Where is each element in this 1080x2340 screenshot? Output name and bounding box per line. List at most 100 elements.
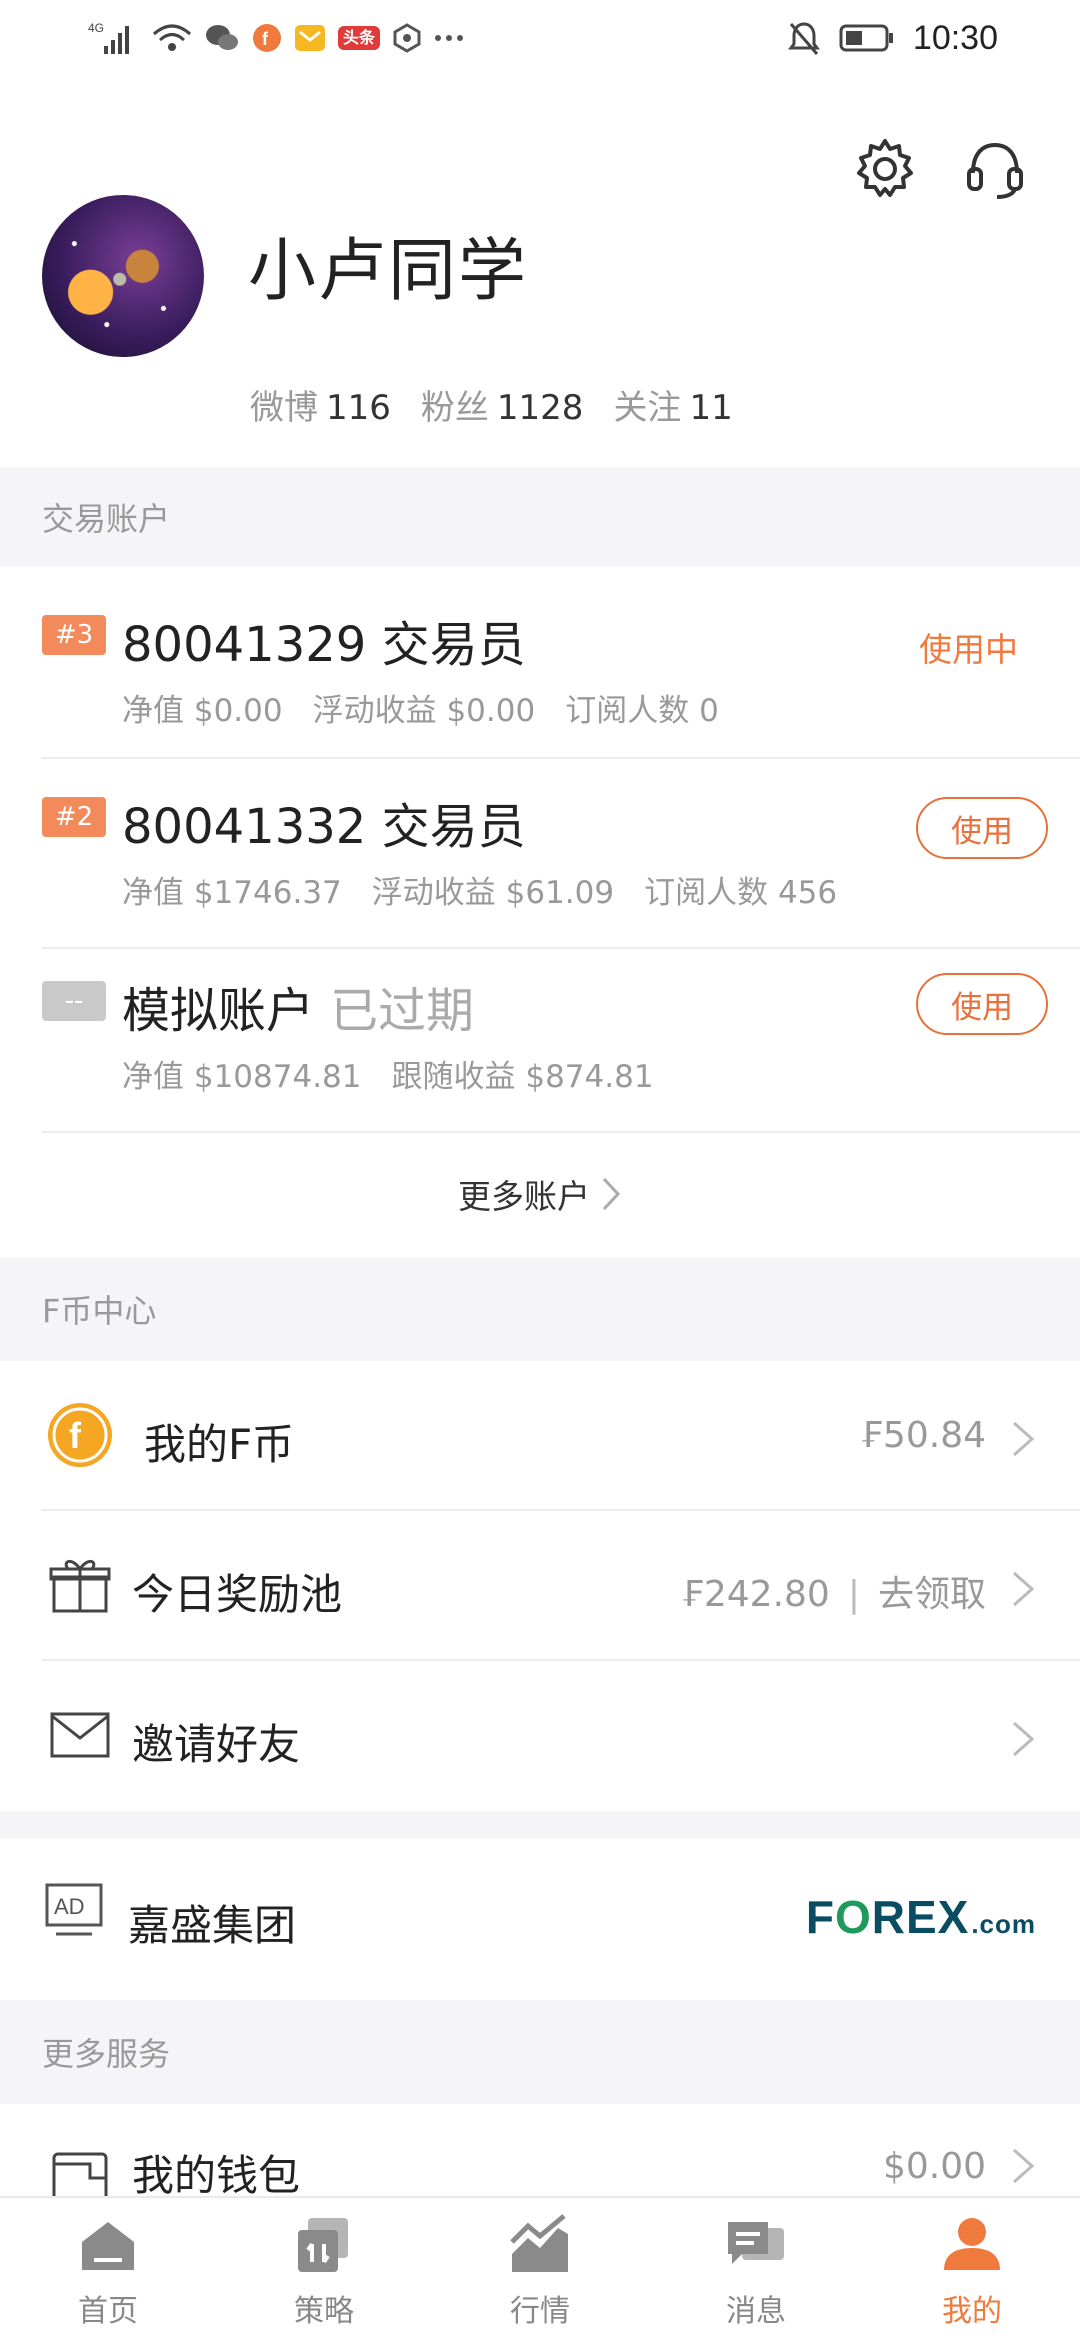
chevron-right-icon: [1013, 1421, 1035, 1457]
network-type: 4G: [88, 21, 104, 35]
account-net-value: 净值 $1746.37: [122, 875, 342, 911]
stat-weibo[interactable]: 微博 116: [250, 380, 391, 429]
account-details: 净值 $1746.37 浮动收益 $61.09 订阅人数 456: [122, 867, 837, 912]
wifi-icon: [152, 18, 192, 58]
ad-badge: AD: [54, 1894, 85, 1919]
divider: [42, 947, 1080, 949]
svg-text:f: f: [262, 29, 269, 49]
customer-service-button[interactable]: [962, 136, 1028, 202]
chevron-right-icon: [1013, 1571, 1035, 1607]
section-header-accounts: 交易账户: [0, 467, 1080, 567]
account-net-value: 净值 $0.00: [122, 693, 283, 729]
coin-center-list: f 我的F币 ₣50.84 今日奖励池 ₣242.80 | 去领取 邀请好友: [0, 1361, 1080, 1811]
tab-label: 消息: [726, 2294, 786, 2329]
logo-part: REX: [871, 1891, 970, 1943]
account-details: 净值 $10874.81 跟随收益 $874.81: [122, 1051, 654, 1096]
svg-text:f: f: [69, 1415, 82, 1456]
profile-stats: 微博 116 粉丝 1128 关注 11: [250, 380, 733, 429]
use-account-button[interactable]: 使用: [916, 797, 1048, 859]
avatar[interactable]: [42, 195, 204, 357]
coin-icon: f: [44, 1399, 116, 1471]
signal-icon: 4G: [88, 18, 140, 58]
ad-label: 嘉盛集团: [128, 1901, 297, 1950]
tab-profile[interactable]: 我的: [864, 2198, 1080, 2340]
gift-icon: [44, 1549, 116, 1621]
account-details: 净值 $0.00 浮动收益 $0.00 订阅人数 0: [122, 685, 719, 730]
claim-link[interactable]: 去领取: [878, 1574, 986, 1615]
tab-market[interactable]: 行情: [432, 2198, 648, 2340]
battery-icon: [839, 18, 895, 58]
more-accounts-label: 更多账户: [458, 1177, 590, 1216]
tab-home[interactable]: 首页: [0, 2198, 216, 2340]
top-actions: [852, 136, 1028, 202]
reward-amount: ₣242.80: [680, 1574, 830, 1615]
account-follow-profit: 跟随收益 $874.81: [391, 1059, 654, 1095]
wallet-icon: [44, 2142, 116, 2196]
account-tag: --: [42, 981, 106, 1021]
status-bar-left: 4G f 头条: [88, 18, 464, 58]
chevron-right-icon: [602, 1177, 621, 1211]
tab-label: 行情: [510, 2294, 570, 2329]
use-account-button[interactable]: 使用: [916, 973, 1048, 1035]
row-label: 今日奖励池: [132, 1570, 343, 1619]
account-net-value: 净值 $10874.81: [122, 1059, 362, 1095]
chevron-right-icon: [1013, 1721, 1035, 1757]
status-bar-right: 10:30: [787, 18, 998, 58]
row-label: 我的F币: [144, 1420, 295, 1469]
logo-part: O: [834, 1891, 872, 1943]
tab-label: 策略: [294, 2294, 354, 2329]
wechat-icon: [204, 18, 240, 58]
toutiao-icon: 头条: [338, 18, 381, 58]
tab-label: 首页: [78, 2294, 138, 2329]
logo-part: F: [805, 1891, 835, 1943]
ad-banner[interactable]: AD 嘉盛集团 F O REX .com: [0, 1838, 1080, 2000]
invite-friends-row[interactable]: 邀请好友: [0, 1661, 1080, 1811]
bottom-tab-bar: 首页 策略 行情 消息 我的: [0, 2196, 1080, 2340]
account-item[interactable]: #3 80041329 交易员 净值 $0.00 浮动收益 $0.00 订阅人数…: [0, 567, 1080, 759]
reward-pool-row[interactable]: 今日奖励池 ₣242.80 | 去领取: [0, 1511, 1080, 1661]
home-icon: [82, 2222, 134, 2270]
user-name: 小卢同学: [248, 232, 529, 311]
profile-header: 小卢同学 微博 116 粉丝 1128 关注 11: [0, 80, 1080, 467]
status-bar: 4G f 头条 10:30: [0, 0, 1080, 80]
forex-logo: F O REX .com: [806, 1890, 1036, 1944]
chevron-right-icon: [1013, 2148, 1035, 2184]
wallet-balance: $0.00: [882, 2146, 986, 2187]
account-subscribers: 订阅人数 0: [565, 693, 719, 729]
mail-app-icon: [294, 18, 326, 58]
account-title: 80041332 交易员: [122, 799, 526, 855]
settings-button[interactable]: [852, 136, 918, 202]
stat-fans[interactable]: 粉丝 1128: [421, 380, 584, 429]
headset-icon: [967, 142, 1023, 199]
ad-icon: AD: [44, 1882, 104, 1938]
stat-label: 粉丝: [420, 388, 489, 428]
stat-following[interactable]: 关注 11: [613, 380, 732, 429]
account-floating-profit: 浮动收益 $61.09: [371, 875, 615, 911]
more-notifications-icon: [434, 18, 464, 58]
account-title: 80041329 交易员: [122, 617, 526, 673]
tab-label: 我的: [942, 2294, 1002, 2329]
trading-accounts: #3 80041329 交易员 净值 $0.00 浮动收益 $0.00 订阅人数…: [0, 567, 1080, 1257]
tab-strategy[interactable]: 策略: [216, 2198, 432, 2340]
account-title: 模拟账户 已过期: [122, 971, 474, 1041]
mail-icon: [44, 1699, 116, 1771]
wallet-row[interactable]: 我的钱包 $0.00: [0, 2104, 1080, 2196]
account-title-text: 模拟账户: [122, 983, 315, 1039]
section-header-services: 更多服务: [0, 2000, 1080, 2104]
expired-label: 已过期: [330, 983, 475, 1039]
toutiao-badge: 头条: [338, 26, 381, 50]
hexagon-app-icon: [392, 18, 422, 58]
message-icon: [728, 2222, 784, 2264]
coin-balance: ₣50.84: [860, 1415, 986, 1456]
account-item[interactable]: -- 模拟账户 已过期 净值 $10874.81 跟随收益 $874.81 使用: [0, 951, 1080, 1133]
stat-label: 微博: [250, 388, 318, 428]
row-label: 邀请好友: [132, 1720, 301, 1769]
divider: [42, 1131, 1080, 1133]
more-accounts-link[interactable]: 更多账户: [0, 1134, 1080, 1254]
stat-value: 1128: [496, 388, 584, 428]
in-use-status: 使用中: [919, 630, 1018, 669]
reward-pool-value: ₣242.80 | 去领取: [680, 1574, 986, 1615]
tab-messages[interactable]: 消息: [648, 2198, 864, 2340]
my-coins-row[interactable]: f 我的F币 ₣50.84: [0, 1361, 1080, 1511]
account-item[interactable]: #2 80041332 交易员 净值 $1746.37 浮动收益 $61.09 …: [0, 759, 1080, 951]
